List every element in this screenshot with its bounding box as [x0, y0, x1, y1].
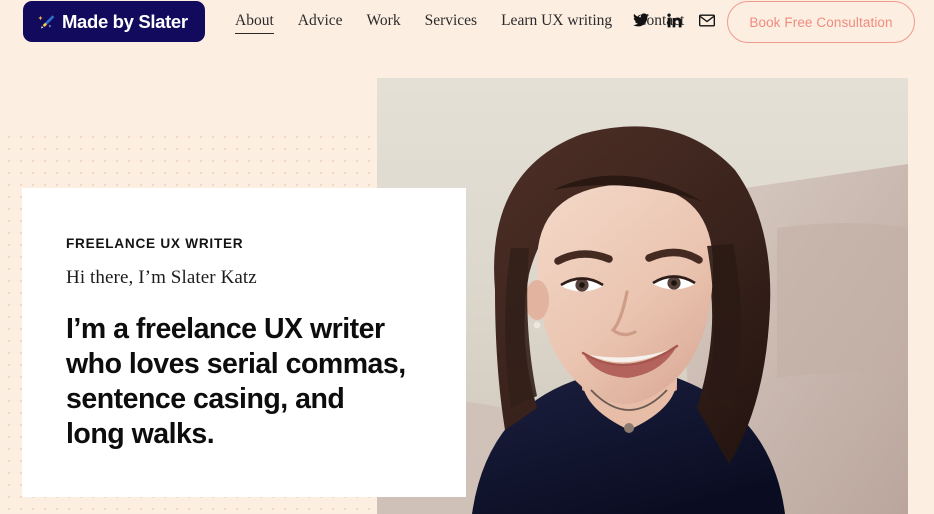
twitter-icon[interactable]: [633, 12, 649, 28]
social-links: [633, 12, 715, 28]
hero-eyebrow: FREELANCE UX WRITER: [66, 236, 244, 251]
hero-intro-card: FREELANCE UX WRITER Hi there, I’m Slater…: [22, 188, 466, 497]
top-navigation-bar: Made by Slater About Advice Work Service…: [0, 0, 934, 44]
nav-link-work[interactable]: Work: [367, 12, 401, 33]
nav-link-learn-ux-writing[interactable]: Learn UX writing: [501, 12, 612, 33]
linkedin-icon[interactable]: [666, 12, 682, 28]
email-icon[interactable]: [699, 12, 715, 28]
nav-link-about[interactable]: About: [235, 12, 274, 34]
nav-link-services[interactable]: Services: [425, 12, 478, 33]
site-logo[interactable]: Made by Slater: [23, 1, 205, 42]
headline-line-1: I’m a freelance UX writer: [66, 313, 385, 345]
headline-line-2: who loves serial commas,: [66, 348, 406, 380]
book-consultation-button[interactable]: Book Free Consultation: [727, 1, 915, 43]
hero-subtitle: Hi there, I’m Slater Katz: [66, 267, 257, 288]
headline-line-3: sentence casing, and: [66, 383, 345, 415]
magic-wand-icon: [38, 13, 55, 30]
headline-line-4: long walks.: [66, 418, 215, 450]
hero-headline: I’m a freelance UX writer who loves seri…: [66, 312, 424, 452]
nav-link-advice[interactable]: Advice: [298, 12, 343, 33]
logo-text: Made by Slater: [62, 10, 188, 32]
page-root: FREELANCE UX WRITER Hi there, I’m Slater…: [0, 0, 934, 514]
